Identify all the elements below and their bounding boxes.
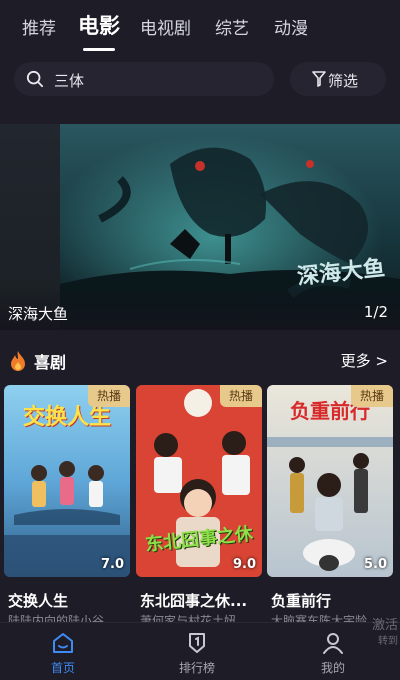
top-tabs: 推荐 电影 电视剧 综艺 动漫 (0, 8, 400, 54)
home-icon (53, 633, 73, 653)
card-subtitle: 陆陆内向的陆小谷 (8, 614, 105, 622)
activation-watermark: 激活 转到 (372, 618, 398, 650)
nav-home[interactable]: 首页 (18, 623, 108, 680)
tab-variety[interactable]: 综艺 (215, 14, 249, 39)
tab-movies[interactable]: 电影 (78, 10, 120, 40)
watermark-line-1: 激活 (371, 618, 398, 633)
search-query: 三体 (54, 72, 85, 90)
rating-score: 9.0 (232, 557, 256, 572)
search-bar[interactable]: 三体 (14, 62, 274, 96)
movie-card[interactable]: 交换人生 热播 7.0 (4, 385, 130, 577)
hot-badge: 热播 (220, 385, 262, 407)
active-tab-indicator (83, 48, 115, 51)
filter-icon (312, 71, 326, 87)
rating-score: 7.0 (100, 557, 124, 572)
section-title: 喜剧 (34, 353, 67, 372)
hot-badge: 热播 (88, 385, 130, 407)
nav-ranking-label: 排行榜 (178, 661, 215, 675)
tab-tv-series[interactable]: 电视剧 (140, 14, 191, 39)
more-link[interactable]: 更多 > (341, 350, 388, 371)
ranking-icon (189, 633, 205, 653)
watermark-line-2: 转到 (378, 636, 398, 647)
nav-profile[interactable]: 我的 (288, 623, 378, 680)
hot-badge: 热播 (351, 385, 393, 407)
card-title[interactable]: 交换人生 (8, 590, 132, 611)
card-subtitle: 萧何家与村花土妞 (140, 614, 237, 622)
movie-card[interactable]: 东北囧事之休 热播 9.0 (136, 385, 262, 577)
banner-page-indicator: 1/2 (363, 303, 388, 321)
filter-label: 筛选 (328, 72, 359, 90)
fire-icon (11, 351, 25, 371)
nav-home-label: 首页 (50, 661, 75, 675)
profile-icon (323, 633, 343, 654)
card-title[interactable]: 东北囧事之休... (140, 590, 264, 611)
bottom-navigation: 首页 排行榜 我的 (0, 622, 400, 680)
filter-button[interactable]: 筛选 (290, 62, 386, 96)
nav-profile-label: 我的 (320, 661, 345, 675)
rating-score: 5.0 (363, 557, 387, 572)
movie-card[interactable]: 负重前行 热播 5.0 (267, 385, 393, 577)
card-title[interactable]: 负重前行 (271, 590, 395, 611)
tab-recommend[interactable]: 推荐 (22, 14, 56, 39)
tab-anime[interactable]: 动漫 (274, 14, 308, 39)
nav-ranking[interactable]: 排行榜 (152, 623, 242, 680)
banner-caption: 深海大鱼 (8, 305, 69, 323)
search-icon (26, 70, 44, 88)
